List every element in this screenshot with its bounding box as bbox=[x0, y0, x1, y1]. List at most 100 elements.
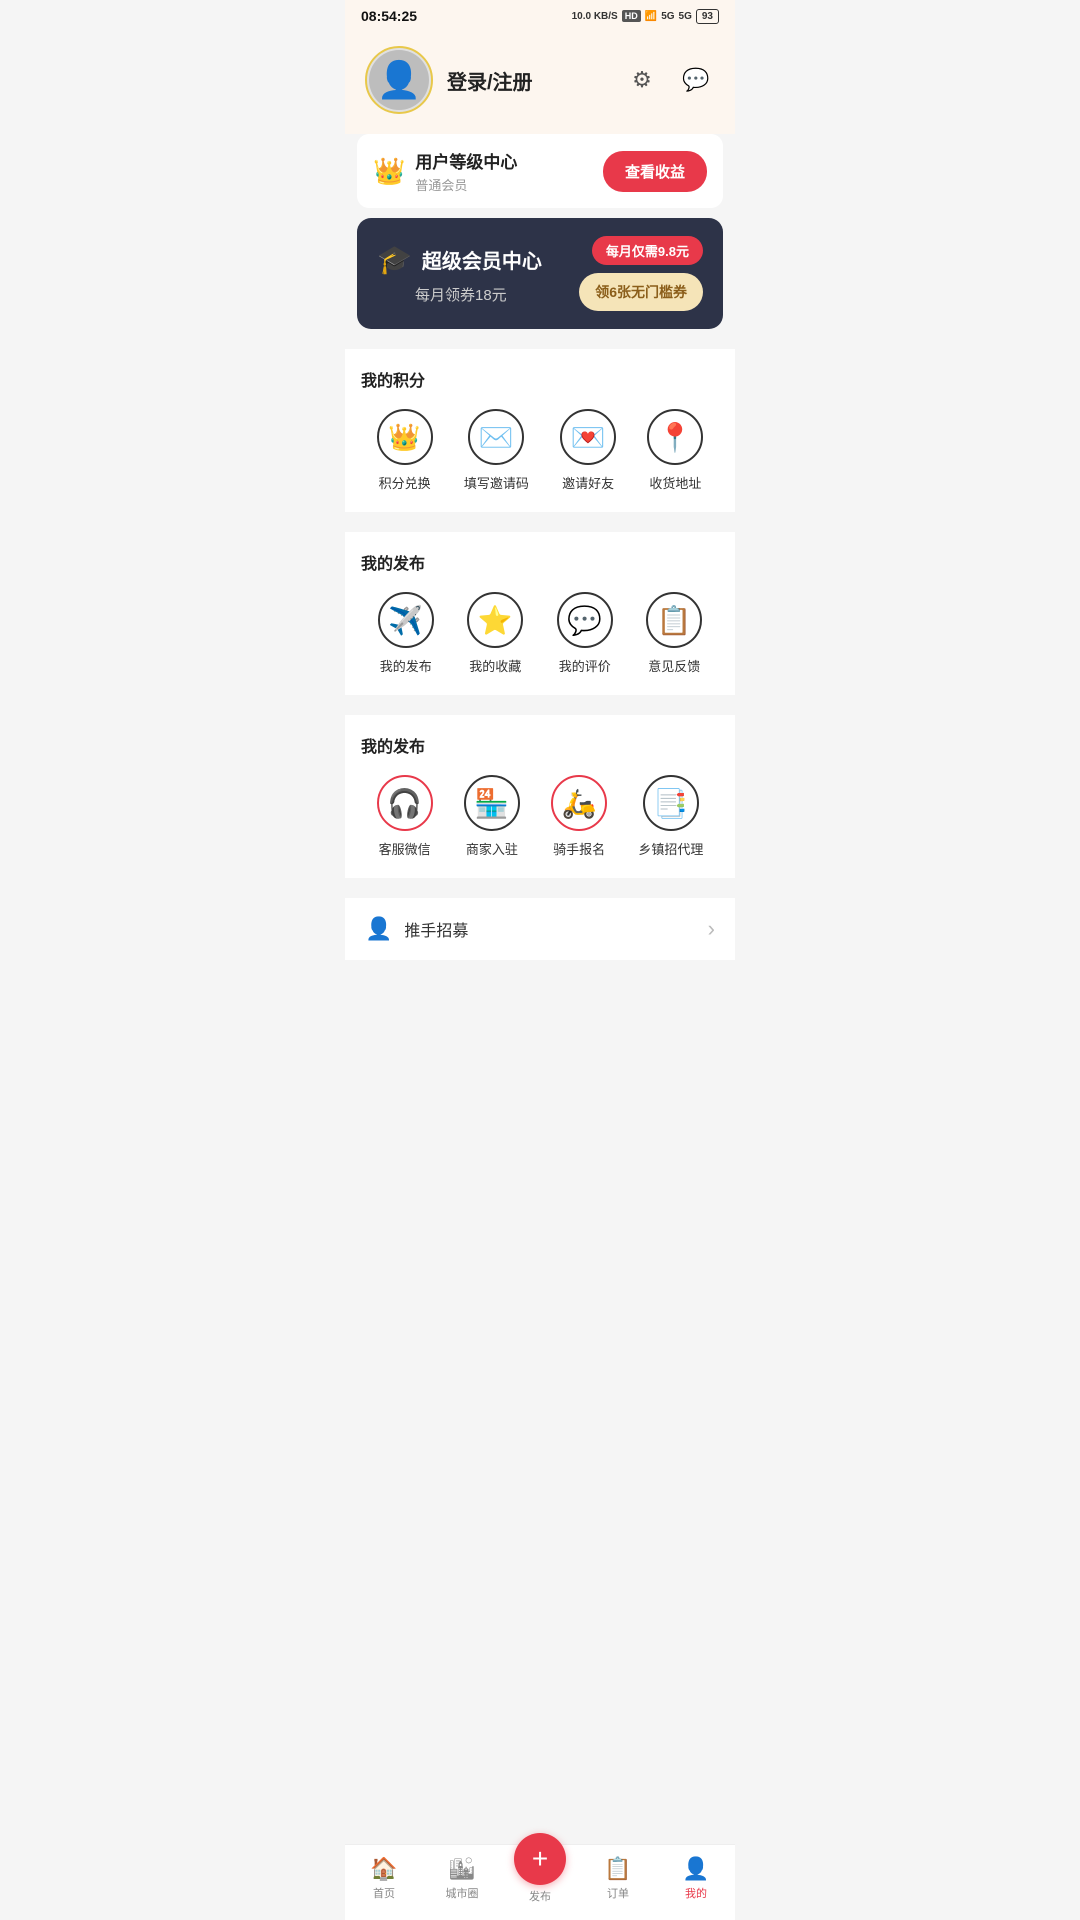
my-favorites-item[interactable]: ⭐ 我的收藏 bbox=[467, 592, 523, 675]
profile-left: 👤 登录/注册 bbox=[365, 46, 533, 114]
svip-subtitle: 每月领券18元 bbox=[415, 284, 542, 305]
avatar[interactable]: 👤 bbox=[365, 46, 433, 114]
points-exchange-item[interactable]: 👑 积分兑换 bbox=[377, 409, 433, 492]
shipping-address-item[interactable]: 📍 收货地址 bbox=[647, 409, 703, 492]
my-publish-title-2: 我的发布 bbox=[361, 733, 719, 757]
crown-icon: 👑 bbox=[373, 156, 405, 187]
recruit-icon: 👤 bbox=[365, 916, 392, 942]
my-review-icon: 💬 bbox=[567, 604, 602, 637]
my-publish-icon-wrap: ✈️ bbox=[378, 592, 434, 648]
my-publish-grid: ✈️ 我的发布 ⭐ 我的收藏 💬 我的评价 📋 意见反馈 bbox=[361, 592, 719, 675]
nav-mine[interactable]: 👤 我的 bbox=[657, 1856, 735, 1901]
invite-code-item[interactable]: ✉️ 填写邀请码 bbox=[464, 409, 529, 492]
township-agent-label: 乡镇招代理 bbox=[638, 839, 703, 858]
merchant-join-label: 商家入驻 bbox=[466, 839, 518, 858]
my-publish-label: 我的发布 bbox=[380, 656, 432, 675]
nav-publish[interactable]: + 发布 bbox=[501, 1853, 579, 1904]
shipping-address-icon-wrap: 📍 bbox=[647, 409, 703, 465]
my-publish-section: 我的发布 ✈️ 我的发布 ⭐ 我的收藏 💬 我的评价 bbox=[345, 532, 735, 695]
rider-signup-icon-wrap: 🛵 bbox=[551, 775, 607, 831]
merchant-join-icon: 🏪 bbox=[474, 787, 509, 820]
bottom-nav: 🏠 首页 🏙 城市圈 + 发布 📋 订单 👤 我的 bbox=[345, 1844, 735, 1920]
nav-orders[interactable]: 📋 订单 bbox=[579, 1856, 657, 1901]
super-vip-banner[interactable]: 🎓 超级会员中心 每月领券18元 每月仅需9.8元 领6张无门槛券 bbox=[357, 218, 723, 329]
recruit-arrow-icon: › bbox=[708, 916, 715, 942]
recruit-banner[interactable]: 👤 推手招募 › bbox=[345, 898, 735, 960]
profile-section: 👤 登录/注册 ⚙ 💬 bbox=[345, 30, 735, 134]
rider-signup-icon: 🛵 bbox=[562, 787, 597, 820]
super-vip-left: 🎓 超级会员中心 每月领券18元 bbox=[377, 243, 542, 305]
points-exchange-icon: 👑 bbox=[388, 422, 420, 453]
mine-label: 我的 bbox=[685, 1885, 707, 1901]
customer-wechat-icon: 🎧 bbox=[387, 787, 422, 820]
my-review-item[interactable]: 💬 我的评价 bbox=[557, 592, 613, 675]
message-icon: 💬 bbox=[682, 67, 709, 93]
settings-button[interactable]: ⚙ bbox=[623, 61, 661, 99]
battery-icon: 93 bbox=[696, 9, 719, 24]
signal1: 5G bbox=[661, 11, 674, 22]
nav-city-circle[interactable]: 🏙 城市圈 bbox=[423, 1856, 501, 1901]
vip-title: 用户等级中心 bbox=[415, 148, 517, 173]
invite-code-icon: ✉️ bbox=[479, 421, 514, 454]
home-label: 首页 bbox=[373, 1885, 395, 1901]
township-agent-icon-wrap: 📑 bbox=[643, 775, 699, 831]
my-points-section: 我的积分 👑 积分兑换 ✉️ 填写邀请码 💌 邀请好友 bbox=[345, 349, 735, 512]
signal2: 5G bbox=[679, 11, 692, 22]
my-publish-grid-2: 🎧 客服微信 🏪 商家入驻 🛵 骑手报名 📑 乡镇招代理 bbox=[361, 775, 719, 858]
customer-wechat-icon-wrap: 🎧 bbox=[377, 775, 433, 831]
publish-button[interactable]: + bbox=[514, 1833, 566, 1885]
price-badge: 每月仅需9.8元 bbox=[592, 236, 703, 265]
section-divider-1 bbox=[345, 339, 735, 349]
mine-icon: 👤 bbox=[682, 1856, 709, 1882]
login-text[interactable]: 登录/注册 bbox=[447, 66, 533, 95]
my-favorites-icon-wrap: ⭐ bbox=[467, 592, 523, 648]
section-divider-2 bbox=[345, 522, 735, 532]
customer-wechat-label: 客服微信 bbox=[379, 839, 431, 858]
coupon-button[interactable]: 领6张无门槛券 bbox=[579, 273, 703, 311]
vip-left: 👑 用户等级中心 普通会员 bbox=[373, 148, 517, 194]
customer-wechat-item[interactable]: 🎧 客服微信 bbox=[377, 775, 433, 858]
rider-signup-item[interactable]: 🛵 骑手报名 bbox=[551, 775, 607, 858]
my-points-grid: 👑 积分兑换 ✉️ 填写邀请码 💌 邀请好友 📍 收货地址 bbox=[361, 409, 719, 492]
my-favorites-icon: ⭐ bbox=[478, 604, 513, 637]
vip-subtitle: 普通会员 bbox=[415, 175, 517, 194]
my-publish-item[interactable]: ✈️ 我的发布 bbox=[378, 592, 434, 675]
section-divider-4 bbox=[345, 888, 735, 898]
recruit-text: 推手招募 bbox=[404, 917, 468, 941]
shipping-address-label: 收货地址 bbox=[649, 473, 701, 492]
orders-icon: 📋 bbox=[604, 1856, 631, 1882]
invite-friend-icon: 💌 bbox=[571, 421, 606, 454]
wifi-icon: 📶 bbox=[645, 11, 657, 22]
points-exchange-icon-wrap: 👑 bbox=[377, 409, 433, 465]
view-earnings-button[interactable]: 查看收益 bbox=[603, 151, 707, 192]
avatar-inner: 👤 bbox=[369, 50, 429, 110]
message-button[interactable]: 💬 bbox=[677, 61, 715, 99]
vip-texts: 用户等级中心 普通会员 bbox=[415, 148, 517, 194]
points-exchange-label: 积分兑换 bbox=[379, 473, 431, 492]
invite-friend-icon-wrap: 💌 bbox=[560, 409, 616, 465]
feedback-item[interactable]: 📋 意见反馈 bbox=[646, 592, 702, 675]
invite-friend-item[interactable]: 💌 邀请好友 bbox=[560, 409, 616, 492]
graduation-icon: 🎓 bbox=[377, 243, 412, 276]
shipping-address-icon: 📍 bbox=[658, 421, 693, 454]
avatar-icon: 👤 bbox=[377, 59, 422, 101]
header-icons: ⚙ 💬 bbox=[623, 61, 715, 99]
my-publish-icon: ✈️ bbox=[388, 604, 423, 637]
orders-label: 订单 bbox=[607, 1885, 629, 1901]
publish-plus-icon: + bbox=[532, 1843, 548, 1875]
super-vip-right: 每月仅需9.8元 领6张无门槛券 bbox=[579, 236, 703, 311]
nav-home[interactable]: 🏠 首页 bbox=[345, 1856, 423, 1901]
section-divider-3 bbox=[345, 705, 735, 715]
township-agent-item[interactable]: 📑 乡镇招代理 bbox=[638, 775, 703, 858]
city-icon: 🏙 bbox=[448, 1856, 476, 1882]
my-review-icon-wrap: 💬 bbox=[557, 592, 613, 648]
merchant-join-item[interactable]: 🏪 商家入驻 bbox=[464, 775, 520, 858]
feedback-label: 意见反馈 bbox=[648, 656, 700, 675]
network-speed: 10.0 KB/S bbox=[572, 11, 618, 22]
publish-label: 发布 bbox=[529, 1888, 551, 1904]
invite-code-label: 填写邀请码 bbox=[464, 473, 529, 492]
svip-title: 超级会员中心 bbox=[422, 245, 542, 274]
feedback-icon-wrap: 📋 bbox=[646, 592, 702, 648]
home-icon: 🏠 bbox=[370, 1856, 397, 1882]
status-bar: 08:54:25 10.0 KB/S HD 📶 5G 5G 93 bbox=[345, 0, 735, 30]
